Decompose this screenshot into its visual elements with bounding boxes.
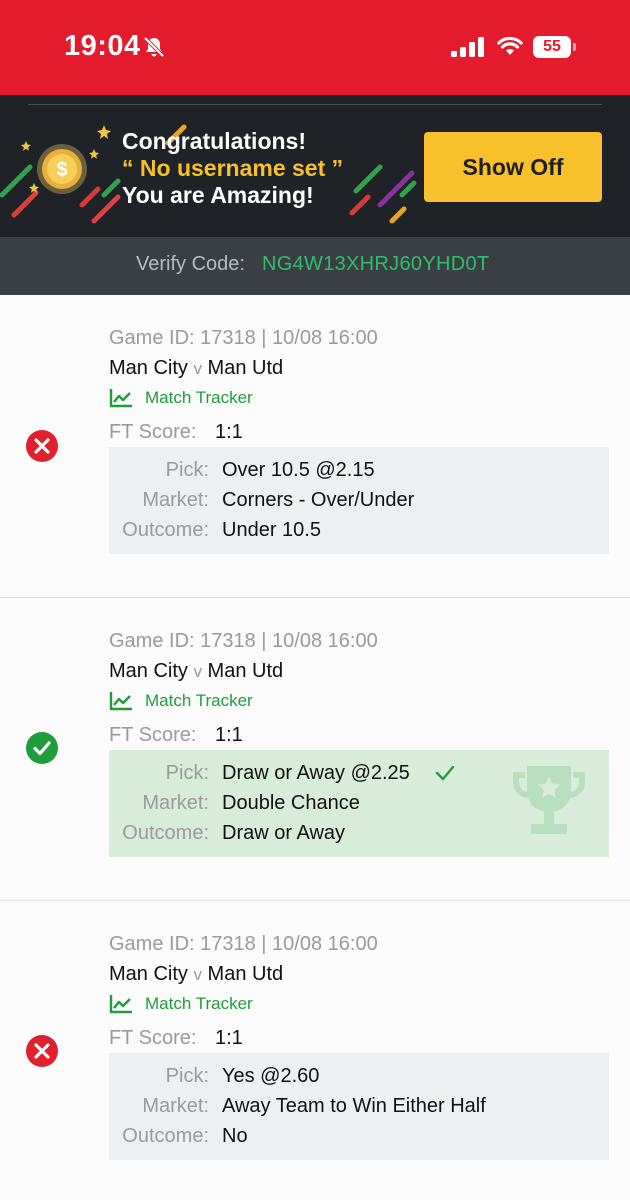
game-id: Game ID: 17318 | 10/08 16:00 bbox=[109, 933, 378, 955]
outcome-value: Under 10.5 bbox=[222, 519, 321, 541]
verify-code-bar: Verify Code: NG4W13XHRJ60YHD0T bbox=[0, 237, 630, 295]
match-tracker-link[interactable]: Match Tracker bbox=[109, 993, 253, 1015]
win-icon bbox=[26, 732, 58, 764]
pick-value: Draw or Away @2.25 bbox=[222, 762, 410, 784]
home-team: Man City bbox=[109, 963, 188, 985]
match-tracker-link[interactable]: Match Tracker bbox=[109, 387, 253, 409]
ft-score-label: FT Score: bbox=[109, 421, 197, 443]
ft-score-value: 1:1 bbox=[215, 1027, 243, 1049]
match-teams: Man City v Man Utd bbox=[109, 660, 283, 683]
chart-icon bbox=[109, 692, 132, 711]
versus-label: v bbox=[193, 662, 202, 681]
verify-code-value[interactable]: NG4W13XHRJ60YHD0T bbox=[262, 253, 489, 276]
home-team: Man City bbox=[109, 660, 188, 682]
market-value: Corners - Over/Under bbox=[222, 489, 415, 511]
ft-score-value: 1:1 bbox=[215, 421, 243, 443]
username-text: “ No username set ” bbox=[122, 155, 344, 181]
outcome-label: Outcome: bbox=[122, 822, 209, 844]
pick-label: Pick: bbox=[165, 1065, 209, 1087]
away-team: Man Utd bbox=[207, 660, 284, 682]
battery-tip bbox=[573, 43, 576, 51]
outcome-value: No bbox=[222, 1125, 248, 1147]
check-icon bbox=[435, 765, 455, 781]
match-teams: Man City v Man Utd bbox=[109, 963, 283, 986]
bet-details: Pick: Over 10.5 @2.15 Market: Corners - … bbox=[109, 447, 609, 554]
ft-score-value: 1:1 bbox=[215, 724, 243, 746]
away-team: Man Utd bbox=[207, 357, 284, 379]
match-tracker-label: Match Tracker bbox=[145, 994, 253, 1013]
loss-icon bbox=[26, 430, 58, 462]
match-tracker-link[interactable]: Match Tracker bbox=[109, 690, 253, 712]
trophy-icon bbox=[513, 766, 585, 834]
status-time: 19:04 bbox=[64, 30, 141, 62]
away-team: Man Utd bbox=[207, 963, 284, 985]
congrats-subtitle: You are Amazing! bbox=[122, 182, 314, 208]
wifi-icon bbox=[497, 36, 523, 55]
pick-label: Pick: bbox=[165, 762, 209, 784]
chart-icon bbox=[109, 389, 132, 408]
ft-score-label: FT Score: bbox=[109, 1027, 197, 1049]
outcome-value: Draw or Away bbox=[222, 822, 346, 844]
bet-card: Game ID: 17318 | 10/08 16:00 Man City v … bbox=[0, 598, 630, 901]
home-team: Man City bbox=[109, 357, 188, 379]
match-tracker-label: Match Tracker bbox=[145, 691, 253, 710]
match-tracker-label: Match Tracker bbox=[145, 388, 253, 407]
game-id: Game ID: 17318 | 10/08 16:00 bbox=[109, 630, 378, 652]
market-value: Double Chance bbox=[222, 792, 360, 814]
game-id: Game ID: 17318 | 10/08 16:00 bbox=[109, 327, 378, 349]
chart-icon bbox=[109, 995, 132, 1014]
verify-code-label: Verify Code: bbox=[136, 253, 245, 275]
ft-score-label: FT Score: bbox=[109, 724, 197, 746]
pick-label: Pick: bbox=[165, 459, 209, 481]
outcome-label: Outcome: bbox=[122, 1125, 209, 1147]
versus-label: v bbox=[193, 359, 202, 378]
market-label: Market: bbox=[142, 1095, 209, 1117]
pick-value: Yes @2.60 bbox=[222, 1065, 320, 1087]
congrats-banner: $ Congratulations! “ No username set ” Y… bbox=[0, 95, 630, 237]
svg-text:$: $ bbox=[56, 159, 67, 181]
congrats-title: Congratulations! bbox=[122, 128, 306, 154]
coin-icon: $ bbox=[37, 144, 87, 194]
pick-value: Over 10.5 @2.15 bbox=[222, 459, 375, 481]
outcome-label: Outcome: bbox=[122, 519, 209, 541]
bet-card: Game ID: 17318 | 10/08 16:00 Man City v … bbox=[0, 295, 630, 598]
bet-details: Pick: Draw or Away @2.25 Market: Double … bbox=[109, 750, 609, 857]
battery-level: 55 bbox=[533, 36, 571, 58]
loss-icon bbox=[26, 1035, 58, 1067]
match-teams: Man City v Man Utd bbox=[109, 357, 283, 380]
mute-icon bbox=[143, 36, 165, 58]
bet-card: Game ID: 17318 | 10/08 16:00 Man City v … bbox=[0, 901, 630, 1200]
bet-details: Pick: Yes @2.60 Market: Away Team to Win… bbox=[109, 1053, 609, 1160]
versus-label: v bbox=[193, 965, 202, 984]
market-label: Market: bbox=[142, 792, 209, 814]
show-off-button[interactable]: Show Off bbox=[424, 132, 602, 202]
battery-indicator: 55 bbox=[533, 36, 577, 58]
market-value: Away Team to Win Either Half bbox=[222, 1095, 486, 1117]
signal-icon bbox=[451, 37, 484, 57]
status-bar: 19:04 55 bbox=[0, 0, 630, 95]
market-label: Market: bbox=[142, 489, 209, 511]
